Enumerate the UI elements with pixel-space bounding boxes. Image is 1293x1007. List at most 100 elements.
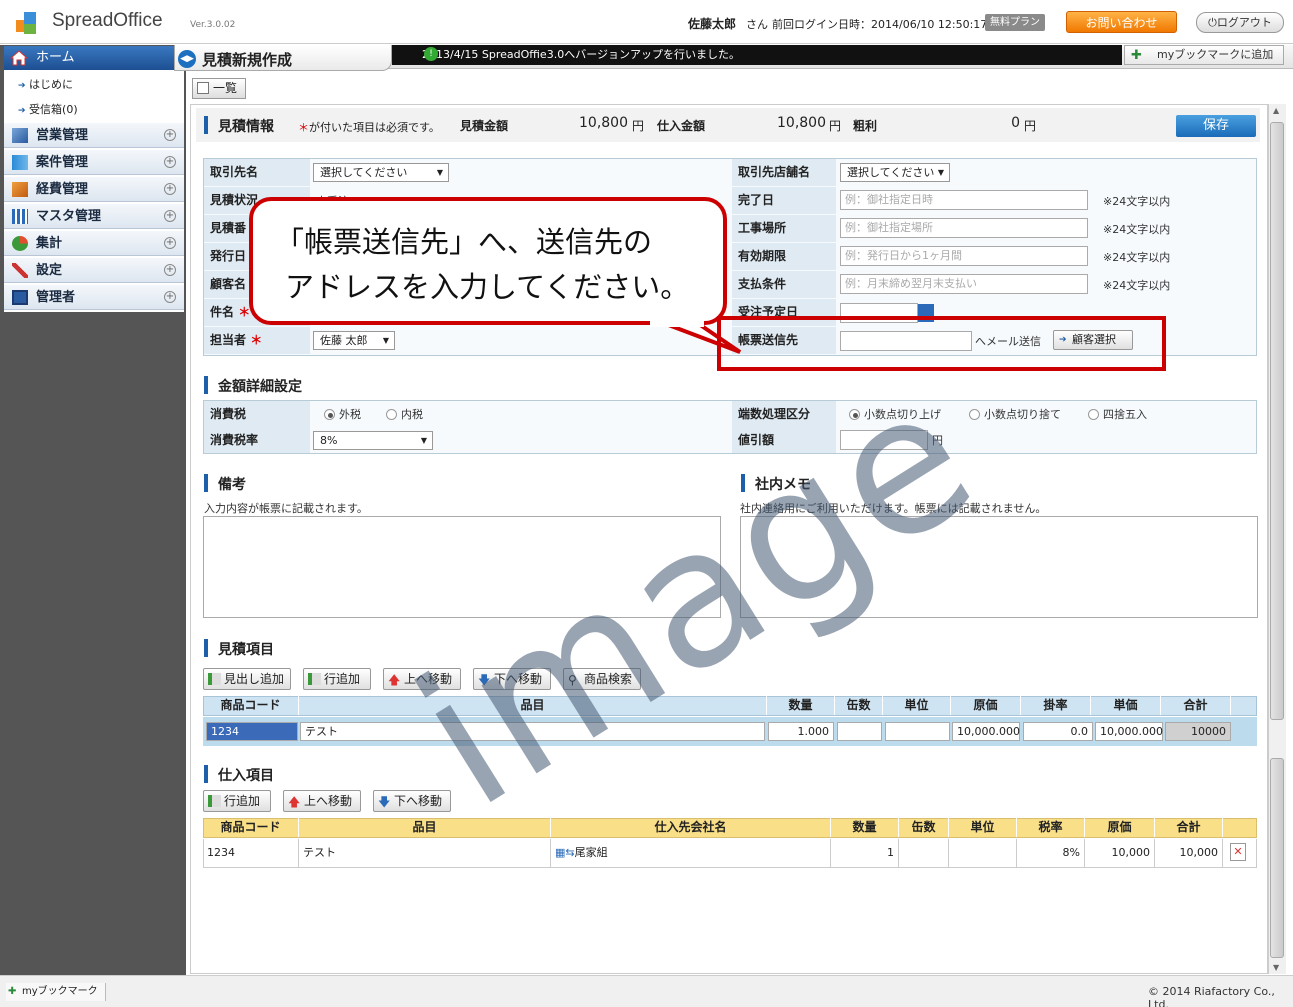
required-mark: ＊ <box>298 121 309 134</box>
round-half-radio[interactable]: 四捨五入 <box>1088 406 1147 422</box>
complete-date-input[interactable]: 例：御社指定日時 <box>840 190 1088 210</box>
owner-select[interactable]: 佐藤 太郎 <box>313 331 395 350</box>
power-icon: ⏻ <box>1208 16 1217 29</box>
item-cans-cell[interactable] <box>837 722 882 741</box>
save-button[interactable]: 保存 <box>1176 115 1256 137</box>
add-row-button[interactable]: 行追加 <box>303 668 371 690</box>
add-heading-button[interactable]: 見出し追加 <box>203 668 291 690</box>
logout-label: ログアウト <box>1216 16 1272 29</box>
contact-button[interactable]: お問い合わせ <box>1066 11 1177 33</box>
item-cost-cell[interactable]: 10,000.000 <box>952 722 1020 741</box>
expand-icon[interactable]: + <box>164 264 176 276</box>
pie-chart-icon <box>12 236 28 251</box>
logout-button[interactable]: ⏻ログアウト <box>1196 12 1284 33</box>
col-header: 単位 <box>883 696 951 715</box>
item-qty-cell[interactable]: 1.000 <box>768 722 834 741</box>
round-down-radio[interactable]: 小数点切り捨て <box>969 406 1061 422</box>
list-label: 一覧 <box>213 81 238 95</box>
sidebar-item-master[interactable]: マスタ管理 + <box>4 204 184 229</box>
tax-inclusive-radio[interactable]: 内税 <box>386 406 423 422</box>
site-input[interactable]: 例：御社指定場所 <box>840 218 1088 238</box>
col-header: 缶数 <box>899 818 949 837</box>
sidebar-sub-intro[interactable]: ➔ はじめに <box>18 74 178 96</box>
tax-rate-select[interactable]: 8% <box>313 431 433 450</box>
profit-value: 0 <box>1011 115 1020 131</box>
col-header: 単位 <box>949 818 1017 837</box>
sidebar-home[interactable]: ホーム <box>4 46 184 70</box>
add-row-icon <box>208 673 221 685</box>
expand-icon[interactable]: + <box>164 291 176 303</box>
sidebar-item-admin[interactable]: 管理者 + <box>4 285 184 310</box>
subject-label-text: 件名 <box>210 305 235 319</box>
expand-icon[interactable]: + <box>164 129 176 141</box>
radio-label: 小数点切り捨て <box>984 408 1061 421</box>
user-suffix: さん <box>746 18 768 31</box>
scroll-thumb-lower[interactable] <box>1270 758 1284 958</box>
store-select[interactable]: 選択してください <box>840 163 950 182</box>
payment-input[interactable]: 例：月末締め翌月末支払い <box>840 274 1088 294</box>
sidebar-item-expense[interactable]: 経費管理 + <box>4 177 184 202</box>
scroll-thumb[interactable] <box>1270 122 1284 720</box>
sidebar-toggle-icon[interactable]: ◀▶ <box>178 50 196 68</box>
scroll-down-icon[interactable]: ▼ <box>1273 963 1279 972</box>
purchase-move-up-button[interactable]: 🡅 上へ移動 <box>283 790 361 812</box>
project-icon <box>12 155 28 170</box>
section-marker <box>204 765 208 783</box>
tax-exclusive-radio[interactable]: 外税 <box>324 406 361 422</box>
sidebar-home-label: ホーム <box>36 50 75 65</box>
amount-detail-title: 金額詳細設定 <box>218 379 302 395</box>
items-title: 見積項目 <box>218 642 274 658</box>
expand-icon[interactable]: + <box>164 210 176 222</box>
expand-icon[interactable]: + <box>164 237 176 249</box>
add-row-icon <box>308 673 321 685</box>
valid-label: 有効期限 <box>732 243 836 270</box>
user-name: 佐藤太郎 <box>688 17 737 31</box>
client-select[interactable]: 選択してください <box>313 163 449 182</box>
radio-label: 四捨五入 <box>1103 408 1147 421</box>
col-header: 商品コード <box>203 818 299 837</box>
item-code-cell[interactable]: 1234 <box>206 722 298 741</box>
list-button[interactable]: 一覧 <box>192 78 246 99</box>
app-name: SpreadOffice <box>52 10 163 31</box>
notes-desc: 入力内容が帳票に記載されます。 <box>204 502 368 515</box>
sidebar-sub-label: 受信箱(0) <box>29 103 78 116</box>
bookmark-add-button[interactable]: ✚ myブックマークに追加 <box>1124 45 1284 65</box>
item-price-cell[interactable]: 10,000.000 <box>1095 722 1163 741</box>
item-unit-cell[interactable] <box>885 722 950 741</box>
valid-input[interactable]: 例：発行日から1ヶ月間 <box>840 246 1088 266</box>
callout-pointer-join <box>650 317 704 327</box>
sidebar-item-settings[interactable]: 設定 + <box>4 258 184 283</box>
radio-label: 外税 <box>339 408 361 421</box>
callout-line: 「帳票送信先」へ、送信先の <box>275 225 653 259</box>
list-icon <box>197 82 209 94</box>
sidebar-sub-inbox[interactable]: ➔ 受信箱(0) <box>18 99 178 121</box>
scroll-up-icon[interactable]: ▲ <box>1273 106 1279 115</box>
add-row-icon <box>208 795 221 807</box>
expand-icon[interactable]: + <box>164 156 176 168</box>
sidebar-item-label: 案件管理 <box>36 155 89 170</box>
purchase-cans-cell <box>899 839 949 867</box>
logo-icon <box>16 12 36 34</box>
purchase-tax-cell: 8% <box>1017 839 1085 867</box>
sidebar-item-sales[interactable]: 営業管理 + <box>4 123 184 148</box>
col-header: 商品コード <box>203 696 299 715</box>
section-marker <box>204 474 208 492</box>
site-label: 工事場所 <box>732 215 836 242</box>
tools-icon <box>12 263 28 278</box>
sidebar-sub-label: はじめに <box>29 78 74 91</box>
footer-bookmark[interactable]: ✚ myブックマーク <box>6 983 106 1001</box>
client-label: 取引先名 <box>204 159 310 186</box>
delete-icon[interactable]: ✕ <box>1230 843 1246 861</box>
amount-unit: 円 <box>632 119 645 133</box>
expand-icon[interactable]: + <box>164 183 176 195</box>
sidebar-item-summary[interactable]: 集計 + <box>4 231 184 256</box>
purchase-move-down-button[interactable]: 🡇 下へ移動 <box>373 790 451 812</box>
add-purchase-row-button[interactable]: 行追加 <box>203 790 271 812</box>
amount-label: 見積金額 <box>460 119 509 133</box>
sidebar-item-project[interactable]: 案件管理 + <box>4 150 184 175</box>
purchase-unit-cell <box>949 839 1017 867</box>
complete-date-label: 完了日 <box>732 187 836 214</box>
item-rate-cell[interactable]: 0.0 <box>1023 722 1093 741</box>
estimate-section-title: 見積情報 <box>218 119 274 135</box>
supplier-cell: ▦⇆尾家組 <box>551 839 831 867</box>
